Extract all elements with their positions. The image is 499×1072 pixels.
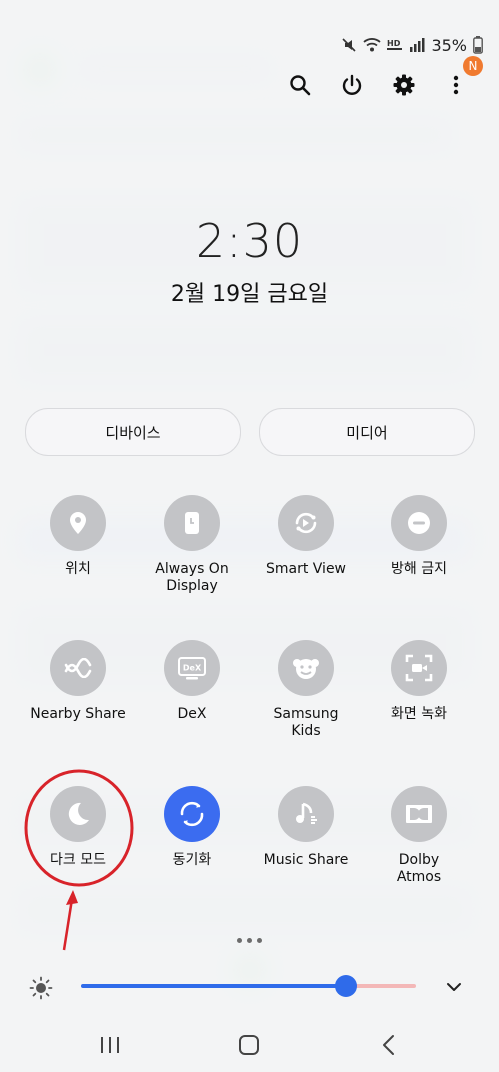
page-indicator <box>0 938 499 943</box>
status-bar: HD 35% <box>341 34 483 56</box>
brightness-control <box>0 973 499 1003</box>
tile-always-on-display[interactable]: Always On Display <box>135 495 249 595</box>
sync-icon <box>180 801 204 827</box>
nearby-share-icon <box>64 658 92 678</box>
page-dot <box>247 938 252 943</box>
tile-dolby-atmos-toggle[interactable] <box>391 786 447 842</box>
recent-apps-button[interactable] <box>99 1028 121 1062</box>
tile-sync[interactable]: 동기화 <box>135 786 249 869</box>
gear-icon <box>393 74 415 96</box>
clock-date: 2월 19일 금요일 <box>170 282 329 307</box>
music-share-icon <box>296 802 317 824</box>
dolby-icon <box>406 805 432 823</box>
tile-nearby-share-toggle[interactable] <box>50 640 106 696</box>
settings-button[interactable] <box>391 72 417 98</box>
tile-location[interactable]: 위치 <box>21 495 135 578</box>
tile-screen-recorder[interactable]: 화면 녹화 <box>362 640 476 723</box>
power-button[interactable] <box>339 72 365 98</box>
home-button[interactable] <box>238 1028 260 1062</box>
wifi-icon <box>363 37 382 53</box>
back-button[interactable] <box>380 1028 398 1062</box>
svg-text:DeX: DeX <box>183 664 202 673</box>
tile-dark-mode-toggle[interactable] <box>50 786 106 842</box>
brightness-icon <box>29 976 53 1004</box>
tile-dex[interactable]: DeX DeX <box>135 640 249 723</box>
always-on-display-icon <box>185 512 199 534</box>
tile-location-toggle[interactable] <box>50 495 106 551</box>
tile-dark-mode[interactable]: 다크 모드 <box>21 786 135 869</box>
battery-icon <box>473 36 483 54</box>
moon-icon <box>68 802 89 825</box>
tile-smart-view[interactable]: Smart View <box>249 495 363 578</box>
search-icon <box>290 75 311 96</box>
tile-music-share[interactable]: Music Share <box>249 786 363 869</box>
recent-apps-icon <box>101 1037 119 1053</box>
brightness-slider-fill[interactable] <box>81 984 346 988</box>
mute-icon <box>341 37 357 53</box>
dex-icon: DeX <box>178 657 206 680</box>
clock-time: 2:30 <box>195 214 304 268</box>
tile-music-share-toggle[interactable] <box>278 786 334 842</box>
tile-samsung-kids[interactable]: Samsung Kids <box>249 640 363 740</box>
signal-icon <box>409 37 425 53</box>
svg-text:HD: HD <box>387 39 401 48</box>
smart-view-icon <box>295 512 317 534</box>
expand-button[interactable] <box>444 977 464 1001</box>
media-button[interactable]: 미디어 <box>259 408 475 456</box>
home-icon <box>239 1035 259 1055</box>
navigation-bar <box>0 1028 499 1062</box>
tile-location-label: 위치 <box>65 561 91 577</box>
tile-dex-label: DeX <box>177 706 207 722</box>
tile-dolby-atmos[interactable]: Dolby Atmos <box>362 786 476 886</box>
location-pin-icon <box>70 512 86 534</box>
tile-do-not-disturb-toggle[interactable] <box>391 495 447 551</box>
tile-dark-mode-label: 다크 모드 <box>50 852 106 868</box>
back-icon <box>383 1035 394 1055</box>
tile-screen-recorder-toggle[interactable] <box>391 640 447 696</box>
media-label: 미디어 <box>346 423 388 442</box>
page-dot <box>257 938 262 943</box>
tile-sync-label: 동기화 <box>172 852 212 868</box>
tile-always-on-display-label: Always On Display <box>155 561 229 594</box>
power-icon <box>342 74 362 95</box>
tile-samsung-kids-label: Samsung Kids <box>273 706 339 739</box>
do-not-disturb-icon <box>408 512 430 534</box>
chevron-down-icon <box>447 983 461 991</box>
samsung-kids-icon <box>293 659 319 679</box>
tile-dex-toggle[interactable]: DeX <box>164 640 220 696</box>
tile-screen-recorder-label: 화면 녹화 <box>391 706 447 722</box>
tile-nearby-share-label: Nearby Share <box>30 706 126 722</box>
tile-music-share-label: Music Share <box>263 852 349 868</box>
screen-record-icon <box>405 654 433 682</box>
tile-do-not-disturb[interactable]: 방해 금지 <box>362 495 476 578</box>
quick-panel-actions: N <box>287 56 483 98</box>
devices-label: 디바이스 <box>105 423 161 442</box>
more-options-button[interactable]: N <box>443 56 483 98</box>
tile-always-on-display-toggle[interactable] <box>164 495 220 551</box>
page-dot <box>237 938 242 943</box>
tile-do-not-disturb-label: 방해 금지 <box>391 561 447 577</box>
tile-smart-view-toggle[interactable] <box>278 495 334 551</box>
devices-button[interactable]: 디바이스 <box>25 408 241 456</box>
tile-dolby-atmos-label: Dolby Atmos <box>396 852 442 885</box>
tile-smart-view-label: Smart View <box>265 561 347 577</box>
tile-sync-toggle[interactable] <box>164 786 220 842</box>
tile-samsung-kids-toggle[interactable] <box>278 640 334 696</box>
hd-voice-icon: HD <box>387 37 403 53</box>
battery-percent: 35% <box>431 35 467 55</box>
more-vert-icon <box>453 75 459 95</box>
brightness-slider-thumb[interactable] <box>335 975 357 997</box>
notification-badge: N <box>463 56 483 76</box>
search-button[interactable] <box>287 72 313 98</box>
tile-nearby-share[interactable]: Nearby Share <box>21 640 135 723</box>
